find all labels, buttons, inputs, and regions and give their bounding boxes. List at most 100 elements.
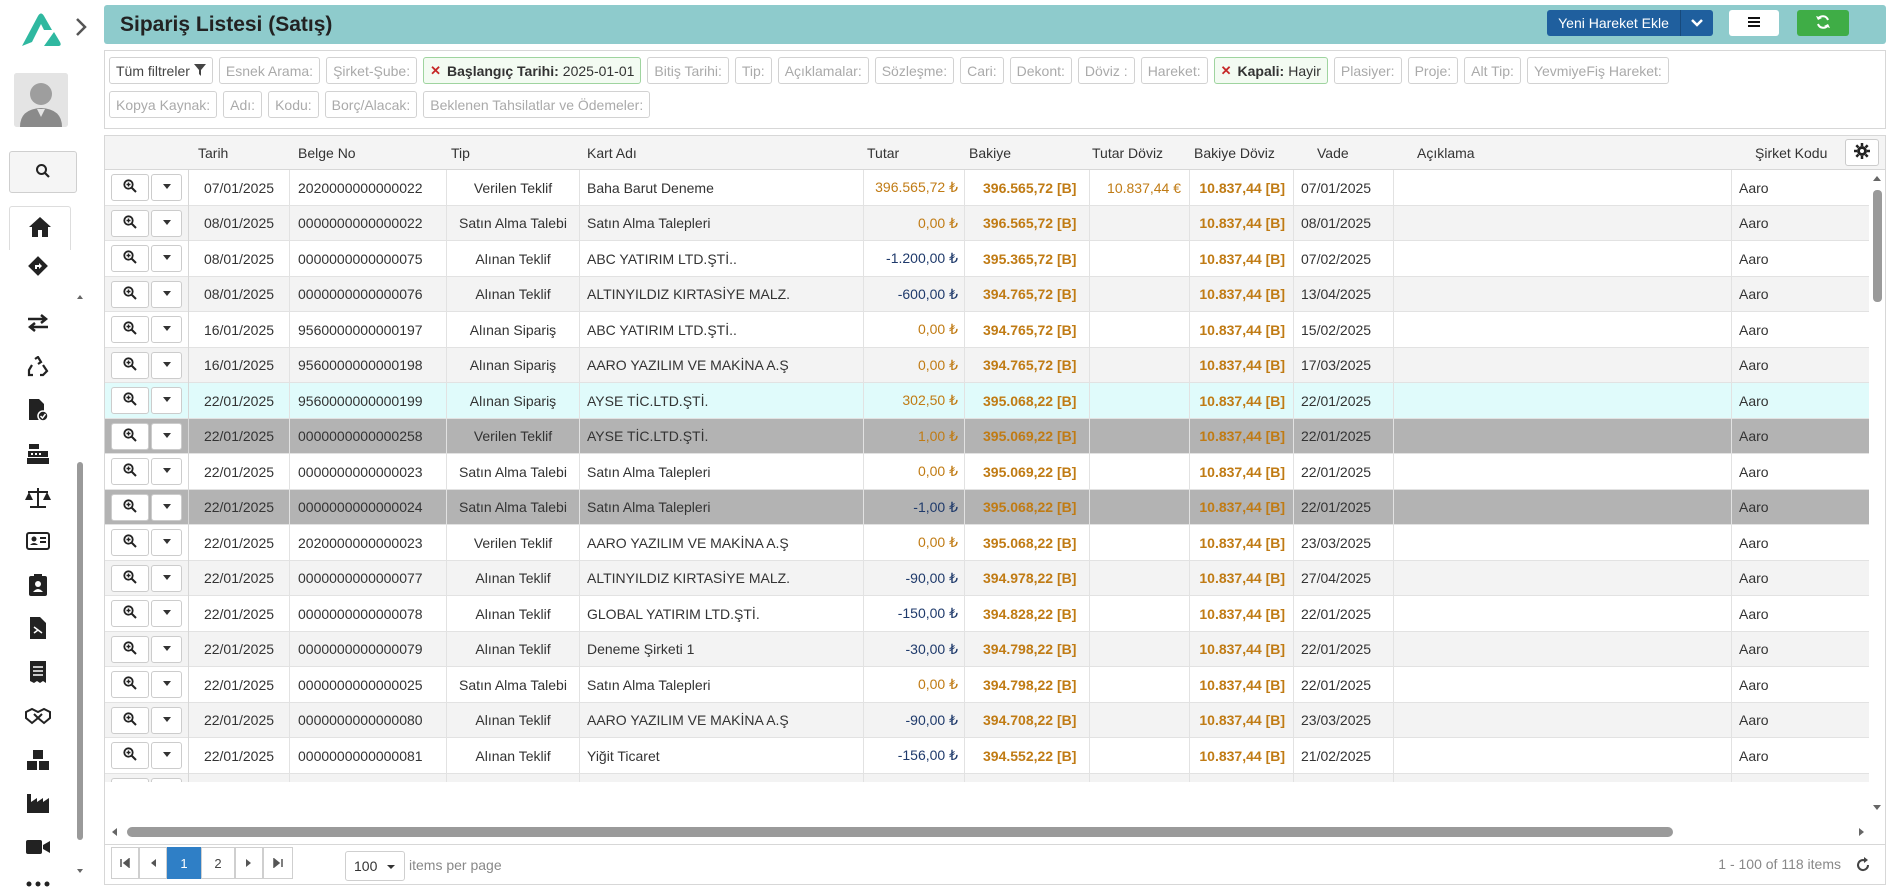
table-row[interactable]: 22/01/2025 0000000000000023 Satın Alma Tal… [105,454,1871,490]
table-row[interactable]: 22/01/2025 0000000000000079 Alınan Teklif D… [105,631,1871,667]
sidebar-item-boxes[interactable] [24,747,52,775]
first-page-button[interactable] [111,847,139,879]
view-detail-button[interactable] [111,422,149,450]
row-menu-button[interactable] [151,493,182,521]
view-detail-button[interactable] [111,529,149,556]
grid-horizontal-scrollbar-thumb[interactable] [127,827,1673,837]
sidebar-item-id-card[interactable] [24,528,52,556]
table-row[interactable]: 22/01/2025 0000000000000081 Alınan Teklif Y… [105,738,1871,774]
next-page-button[interactable] [235,847,263,879]
table-row[interactable]: 22/01/20250000000000000082Alınan TeklifS… [105,773,1871,782]
reload-grid-button[interactable] [1855,857,1873,875]
remove-filter-icon[interactable]: ✕ [430,63,441,79]
column-header-tip[interactable]: Tip [451,145,470,161]
filter-chip[interactable]: ✕ Başlangıç Tarihi: 2025-01-01 [423,57,642,84]
table-row[interactable]: 08/01/2025 0000000000000022 Satın Alma Tal… [105,205,1871,241]
view-detail-button[interactable] [111,280,149,308]
table-row[interactable]: 22/01/2025 0000000000000024 Satın Alma Tal… [105,489,1871,525]
remove-filter-icon[interactable]: ✕ [1221,63,1232,79]
filter-chip[interactable]: YevmiyeFiş Hareket: [1526,57,1669,84]
column-header-bakiye[interactable]: Bakiye [969,145,1011,161]
view-detail-button[interactable] [111,564,149,592]
sidebar-item-directions[interactable] [24,253,52,281]
filter-chip[interactable]: Tip: [734,57,772,84]
row-menu-button[interactable] [151,671,182,698]
view-detail-button[interactable] [111,635,149,663]
column-header-belge-no[interactable]: Belge No [298,145,356,161]
row-menu-button[interactable] [151,777,182,782]
new-movement-dropdown[interactable] [1681,10,1713,36]
column-header-sirket-kodu[interactable]: Şirket Kodu [1755,145,1827,161]
row-menu-button[interactable] [151,174,182,201]
filter-chip[interactable]: Hareket: [1140,57,1208,84]
filter-chip[interactable]: Borç/Alacak: [324,91,418,118]
view-detail-button[interactable] [111,706,149,734]
table-row[interactable]: 22/01/2025 0000000000000025 Satın Alma Tal… [105,667,1871,703]
grid-vertical-scrollbar[interactable] [1869,170,1885,816]
sidebar-item-recycle[interactable] [24,354,52,382]
new-movement-label[interactable]: Yeni Hareket Ekle [1547,10,1681,36]
table-row[interactable]: 07/01/2025 2020000000000022 Verilen Teklif… [105,170,1871,206]
filter-chip[interactable]: Döviz : [1077,57,1135,84]
column-header-tarih[interactable]: Tarih [198,145,228,161]
filter-chip[interactable]: Esnek Arama: [218,57,321,84]
column-header-tutar[interactable]: Tutar [867,145,899,161]
view-detail-button[interactable] [111,209,149,237]
table-row[interactable]: 22/01/2025 0000000000000258 Verilen Teklif… [105,418,1871,454]
view-detail-button[interactable] [111,671,149,698]
filter-chip[interactable]: Sözleşme: [874,57,955,84]
filter-chip[interactable]: Kopya Kaynak: [109,91,218,118]
last-page-button[interactable] [263,847,293,879]
sidebar-item-home[interactable] [9,206,71,250]
sidebar-item-file-invoice[interactable] [24,615,52,643]
items-per-page-select[interactable]: 100 [345,851,405,881]
column-header-tutar-doviz[interactable]: Tutar Döviz [1092,145,1163,161]
filter-chip[interactable]: Tüm filtreler [109,57,213,84]
view-detail-button[interactable] [111,245,149,272]
column-header-vade[interactable]: Vade [1317,145,1349,161]
view-detail-button[interactable] [111,174,149,201]
table-row[interactable]: 22/01/2025 0000000000000077 Alınan Teklif A… [105,560,1871,596]
grid-vertical-scrollbar-thumb[interactable] [1873,190,1882,302]
row-menu-button[interactable] [151,635,182,663]
sidebar-item-video[interactable] [24,834,52,862]
sidebar-item-transfer[interactable] [24,310,52,338]
sidebar-scrollbar-thumb[interactable] [77,462,83,840]
table-row[interactable]: 22/01/2025 0000000000000078 Alınan Teklif G… [105,596,1871,632]
filter-chip[interactable]: ✕ Kapali: Hayir [1213,57,1328,84]
column-header-aciklama[interactable]: Açıklama [1417,145,1475,161]
grid-horizontal-scrollbar[interactable] [105,824,1871,840]
row-menu-button[interactable] [151,742,182,769]
table-row[interactable]: 16/01/2025 9560000000000198 Alınan Sipariş… [105,347,1871,383]
filter-chip[interactable]: Kodu: [268,91,319,118]
row-menu-button[interactable] [151,351,182,379]
row-menu-button[interactable] [151,245,182,272]
sidebar-item-receipt[interactable] [24,659,52,687]
filter-chip[interactable]: Cari: [960,57,1004,84]
view-detail-button[interactable] [111,600,149,627]
sidebar-item-clipboard-user[interactable] [24,572,52,600]
row-menu-button[interactable] [151,529,182,556]
row-menu-button[interactable] [151,422,182,450]
view-detail-button[interactable] [111,493,149,521]
row-menu-button[interactable] [151,458,182,485]
sidebar-item-scale[interactable] [24,485,52,513]
new-movement-button[interactable]: Yeni Hareket Ekle [1547,10,1713,36]
row-menu-button[interactable] [151,600,182,627]
previous-page-button[interactable] [139,847,167,879]
row-menu-button[interactable] [151,209,182,237]
column-header-bakiye-doviz[interactable]: Bakiye Döviz [1194,145,1275,161]
sidebar-item-handshake[interactable] [24,703,52,731]
view-detail-button[interactable] [111,351,149,379]
sidebar-search-button[interactable] [9,151,77,193]
sidebar-item-factory[interactable] [24,790,52,818]
row-menu-button[interactable] [151,387,182,414]
column-header-kart-adi[interactable]: Kart Adı [587,145,637,161]
row-menu-button[interactable] [151,316,182,343]
filter-chip[interactable]: Proje: [1407,57,1459,84]
filter-chip[interactable]: Dekont: [1009,57,1072,84]
filter-chip[interactable]: Adı: [223,91,263,118]
view-detail-button[interactable] [111,742,149,769]
filter-chip[interactable]: Plasiyer: [1333,57,1402,84]
filter-chip[interactable]: Bitiş Tarihi: [647,57,729,84]
